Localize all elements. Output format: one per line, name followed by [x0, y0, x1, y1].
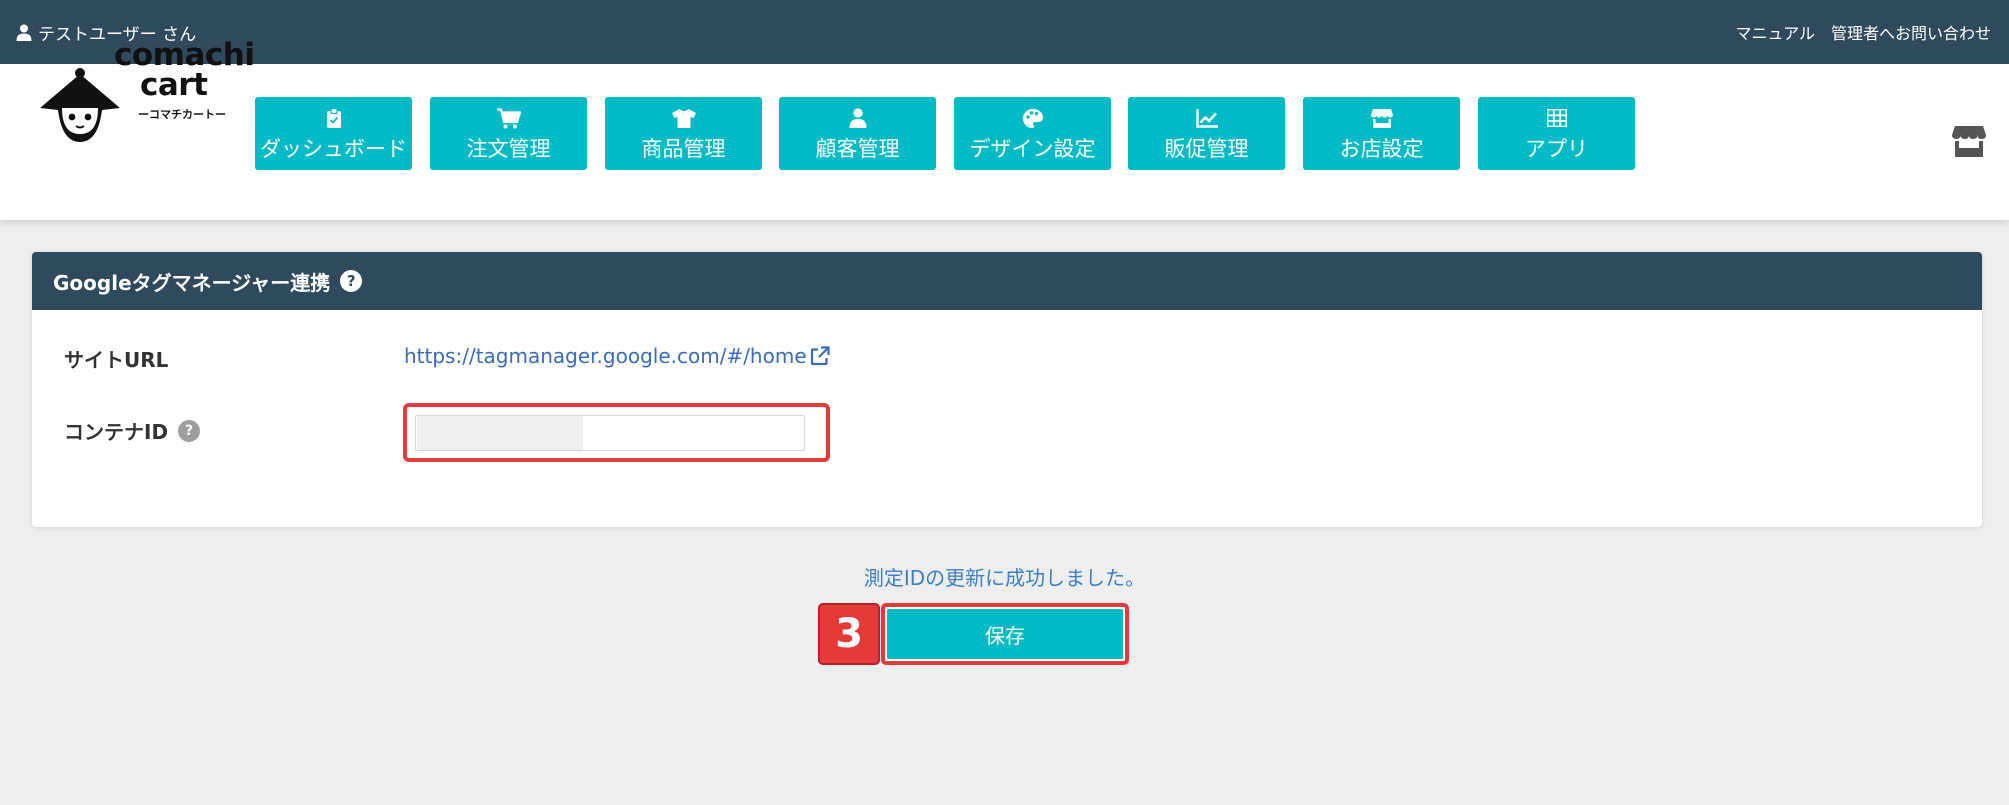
- container-id-label: コンテナID ?: [64, 416, 201, 445]
- external-link-icon: [810, 346, 830, 366]
- contact-admin-link[interactable]: 管理者へお問い合わせ: [1831, 20, 1991, 44]
- nav-apps-label: アプリ: [1525, 137, 1588, 161]
- logo-text-cart: cart: [140, 67, 208, 103]
- tshirt-icon: [671, 108, 696, 128]
- site-url-label-text: サイトURL: [64, 348, 169, 372]
- nav-products-button[interactable]: 商品管理: [605, 97, 762, 170]
- site-url-label: サイトURL: [64, 344, 168, 373]
- user-icon: [16, 24, 32, 41]
- container-id-label-text: コンテナID: [64, 420, 169, 444]
- nav-dashboard-button[interactable]: ダッシュボード: [255, 97, 412, 170]
- clipboard-icon: [326, 107, 341, 128]
- panel-header: Googleタグマネージャー連携 ?: [32, 252, 1982, 310]
- help-icon[interactable]: ?: [340, 270, 363, 292]
- save-button-highlight: 保存: [881, 603, 1129, 665]
- nav-apps-button[interactable]: アプリ: [1478, 97, 1635, 170]
- nav-orders-button[interactable]: 注文管理: [430, 97, 587, 170]
- nav-store-settings-label: お店設定: [1339, 137, 1424, 161]
- comachi-cart-logo[interactable]: comachi cart ーコマチカートー: [34, 38, 255, 180]
- nav-products-label: 商品管理: [641, 137, 726, 161]
- nav-dashboard-label: ダッシュボード: [260, 137, 407, 161]
- masked-value: [417, 416, 583, 450]
- site-url-link[interactable]: https://tagmanager.google.com/#/home: [404, 344, 830, 368]
- panel-title: Googleタグマネージャー連携: [53, 270, 331, 295]
- nav-design-label: デザイン設定: [969, 137, 1096, 161]
- nav-orders-label: 注文管理: [466, 137, 551, 161]
- nav-promotion-label: 販促管理: [1164, 137, 1249, 161]
- logo-text-katakana: ーコマチカートー: [138, 108, 226, 121]
- nav-promotion-button[interactable]: 販促管理: [1128, 97, 1285, 170]
- nav-design-button[interactable]: デザイン設定: [954, 97, 1111, 170]
- grid-icon: [1546, 109, 1567, 127]
- save-button[interactable]: 保存: [887, 609, 1123, 659]
- logo-mascot-icon: [40, 68, 120, 142]
- nav-store-settings-button[interactable]: お店設定: [1303, 97, 1460, 170]
- container-id-highlight: [403, 403, 830, 462]
- cart-icon: [496, 107, 521, 128]
- storefront-icon[interactable]: [1952, 124, 1986, 158]
- palette-icon: [1022, 108, 1043, 128]
- gtm-settings-panel: Googleタグマネージャー連携 ? サイトURL https://tagman…: [32, 252, 1982, 527]
- container-id-help-icon[interactable]: ?: [178, 419, 201, 442]
- success-message: 測定IDの更新に成功しました。: [863, 566, 1146, 590]
- nav-customers-button[interactable]: 顧客管理: [779, 97, 936, 170]
- nav-customers-label: 顧客管理: [815, 137, 900, 161]
- step-number-badge: 3: [818, 603, 880, 665]
- manual-link[interactable]: マニュアル: [1735, 20, 1815, 44]
- chart-line-icon: [1195, 108, 1218, 128]
- top-bar: テストユーザー さん マニュアル 管理者へお問い合わせ: [0, 0, 2009, 64]
- store-icon: [1370, 109, 1393, 128]
- site-url-text: https://tagmanager.google.com/#/home: [404, 344, 807, 368]
- user-icon: [849, 108, 866, 128]
